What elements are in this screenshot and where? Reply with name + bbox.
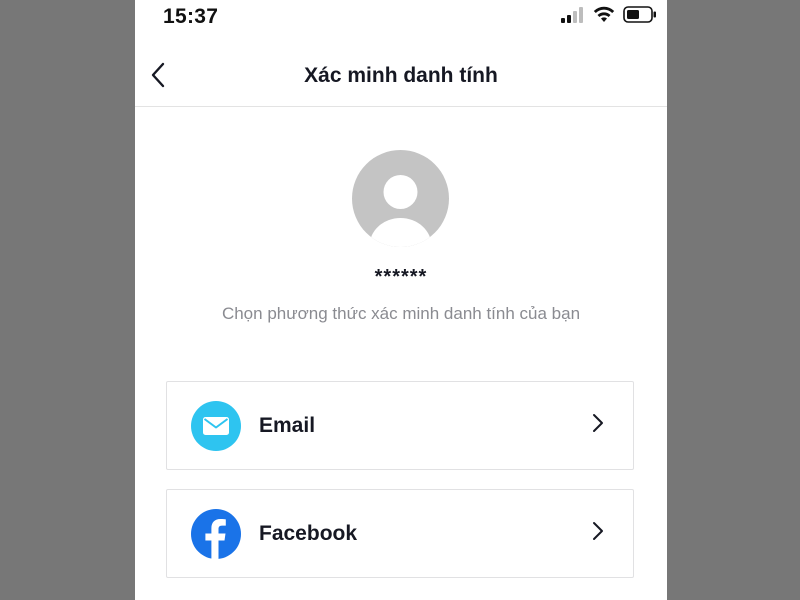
status-time: 15:37: [163, 5, 219, 28]
default-avatar-icon: [352, 175, 449, 247]
email-option-label: Email: [259, 414, 316, 437]
email-icon: [191, 401, 241, 451]
chevron-right-icon: [591, 412, 605, 434]
page-title: Xác minh danh tính: [304, 64, 498, 87]
navigation-bar: Xác minh danh tính: [135, 48, 667, 107]
phone-screen: 15:37 Xác minh danh tính ****** Chọn phư…: [135, 0, 667, 600]
instruction-text: Chọn phương thức xác minh danh tính của …: [221, 304, 581, 323]
avatar: [352, 150, 449, 247]
facebook-option-label: Facebook: [259, 522, 358, 545]
chevron-right-icon: [591, 520, 605, 542]
facebook-option[interactable]: Facebook: [166, 489, 634, 578]
status-bar: 15:37: [135, 0, 667, 40]
battery-icon: [623, 6, 657, 28]
cellular-signal-icon: [561, 6, 585, 28]
username: ******: [374, 266, 428, 288]
status-icons: [561, 6, 657, 28]
email-option[interactable]: Email: [166, 381, 634, 470]
wifi-icon: [593, 6, 615, 28]
facebook-icon: [191, 509, 241, 559]
